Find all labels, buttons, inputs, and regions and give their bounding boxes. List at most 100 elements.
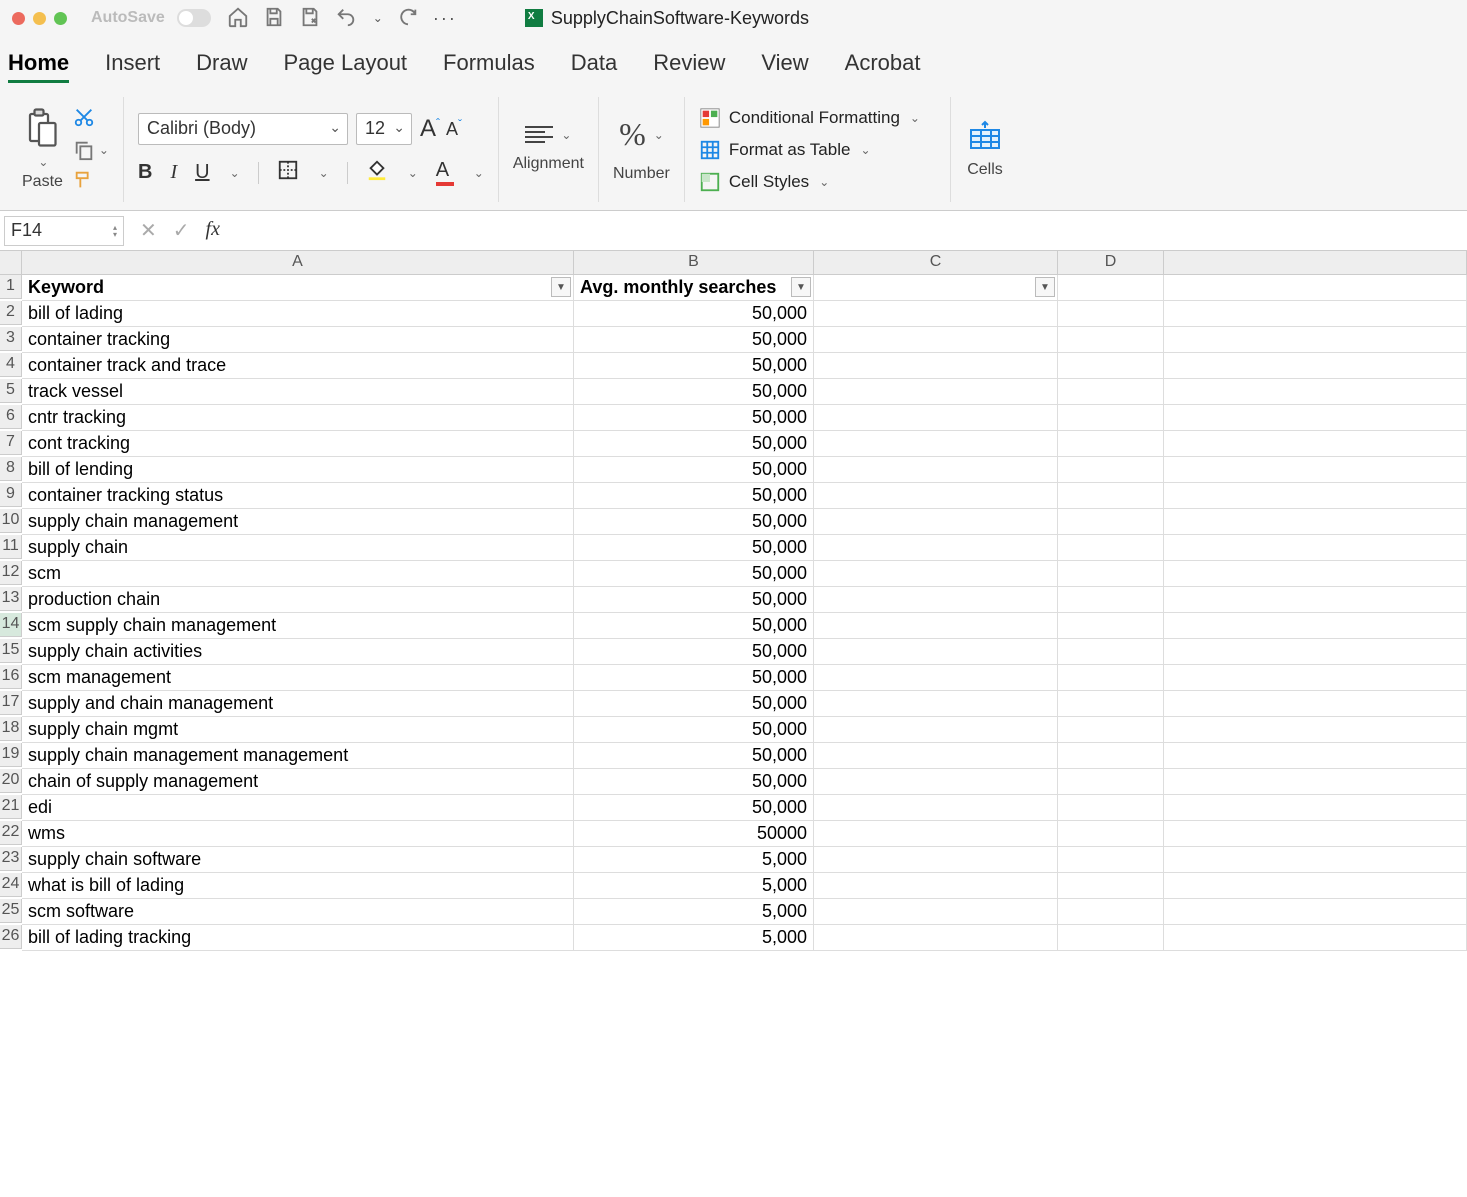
alignment-icon[interactable] [525,126,553,143]
cell[interactable] [1164,899,1467,925]
filter-button[interactable]: ▼ [551,277,571,297]
row-header[interactable]: 14 [0,613,22,637]
cell[interactable] [1058,327,1164,353]
cell-keyword[interactable]: bill of lading tracking [22,925,574,951]
tab-page-layout[interactable]: Page Layout [284,50,408,83]
cell[interactable] [1164,639,1467,665]
borders-button[interactable] [277,159,299,187]
increase-font-icon[interactable]: Aˆ [420,115,440,143]
cell-searches[interactable]: 50,000 [574,613,814,639]
cell-keyword[interactable]: container track and trace [22,353,574,379]
cell-keyword[interactable]: scm [22,561,574,587]
tab-insert[interactable]: Insert [105,50,160,83]
cell-keyword[interactable]: what is bill of lading [22,873,574,899]
row-header[interactable]: 21 [0,795,22,819]
cell[interactable] [1058,795,1164,821]
cell[interactable] [1164,561,1467,587]
tab-view[interactable]: View [761,50,808,83]
cell-keyword[interactable]: wms [22,821,574,847]
cell[interactable] [814,795,1058,821]
number-dropdown-icon[interactable]: ⌄ [654,128,664,142]
column-header-B[interactable]: B [574,251,814,275]
cell[interactable] [1164,327,1467,353]
row-header[interactable]: 25 [0,899,22,923]
tab-formulas[interactable]: Formulas [443,50,535,83]
table-header-c[interactable]: ▼ [814,275,1058,301]
cell[interactable] [1164,353,1467,379]
cell[interactable] [814,717,1058,743]
cells-icon[interactable] [965,120,1005,157]
cut-icon[interactable] [73,106,95,131]
paste-icon[interactable] [24,108,60,153]
cell[interactable] [1058,899,1164,925]
underline-button[interactable]: U [195,161,209,184]
row-header[interactable]: 4 [0,353,22,377]
cell-styles-button[interactable]: Cell Styles ⌄ [699,171,920,193]
filter-button[interactable]: ▼ [1035,277,1055,297]
cell-keyword[interactable]: supply chain [22,535,574,561]
font-color-dropdown-icon[interactable]: ⌄ [474,166,484,180]
cell-keyword[interactable]: bill of lending [22,457,574,483]
cell[interactable] [1164,509,1467,535]
row-header[interactable]: 15 [0,639,22,663]
maximize-icon[interactable] [54,12,67,25]
cell-searches[interactable]: 50,000 [574,691,814,717]
cell-searches[interactable]: 50,000 [574,431,814,457]
underline-dropdown-icon[interactable]: ⌄ [230,166,240,180]
row-header[interactable]: 18 [0,717,22,741]
cell-keyword[interactable]: bill of lading [22,301,574,327]
cell-keyword[interactable]: supply chain software [22,847,574,873]
row-header[interactable]: 12 [0,561,22,585]
cell[interactable] [1058,275,1164,301]
table-header-searches[interactable]: Avg. monthly searches▼ [574,275,814,301]
cell-keyword[interactable]: production chain [22,587,574,613]
cell[interactable] [814,847,1058,873]
tab-draw[interactable]: Draw [196,50,247,83]
cell[interactable] [1058,717,1164,743]
cancel-icon[interactable]: ✕ [140,218,157,243]
cell-keyword[interactable]: scm software [22,899,574,925]
tab-data[interactable]: Data [571,50,617,83]
undo-dropdown-icon[interactable]: ⌄ [373,11,383,25]
decrease-font-icon[interactable]: Aˇ [446,117,462,140]
cell[interactable] [1058,613,1164,639]
spreadsheet[interactable]: ABCD1Keyword▼Avg. monthly searches▼▼2bil… [0,251,1467,1197]
cell[interactable] [1058,509,1164,535]
cell-keyword[interactable]: supply chain mgmt [22,717,574,743]
cell-searches[interactable]: 5,000 [574,899,814,925]
cell-searches[interactable]: 50,000 [574,769,814,795]
row-header[interactable]: 23 [0,847,22,871]
home-icon[interactable] [227,6,249,31]
cell[interactable] [1058,639,1164,665]
cell[interactable] [1058,665,1164,691]
fill-dropdown-icon[interactable]: ⌄ [408,166,418,180]
format-as-table-button[interactable]: Format as Table ⌄ [699,139,920,161]
font-size-select[interactable]: 12 [356,113,412,145]
row-header[interactable]: 8 [0,457,22,481]
cell[interactable] [1058,379,1164,405]
cell-searches[interactable]: 50,000 [574,717,814,743]
cell-keyword[interactable]: supply chain management management [22,743,574,769]
cell[interactable] [1058,769,1164,795]
borders-dropdown-icon[interactable]: ⌄ [319,166,329,180]
row-header[interactable]: 22 [0,821,22,845]
column-header-e[interactable] [1164,251,1467,275]
cell-keyword[interactable]: cntr tracking [22,405,574,431]
font-color-button[interactable]: A [436,159,454,186]
cell[interactable] [1058,587,1164,613]
cell[interactable] [814,457,1058,483]
cell[interactable] [1164,769,1467,795]
row-header[interactable]: 11 [0,535,22,559]
row-header[interactable]: 26 [0,925,22,949]
row-header[interactable]: 20 [0,769,22,793]
more-icon[interactable]: ··· [433,8,457,29]
save-as-icon[interactable] [299,6,321,31]
formula-input[interactable] [236,216,1467,246]
cell[interactable] [814,691,1058,717]
cell[interactable] [1164,483,1467,509]
cell[interactable] [1058,483,1164,509]
cell-keyword[interactable]: supply chain activities [22,639,574,665]
cell[interactable] [1058,535,1164,561]
autosave-toggle[interactable] [177,9,211,27]
cell[interactable] [1058,353,1164,379]
